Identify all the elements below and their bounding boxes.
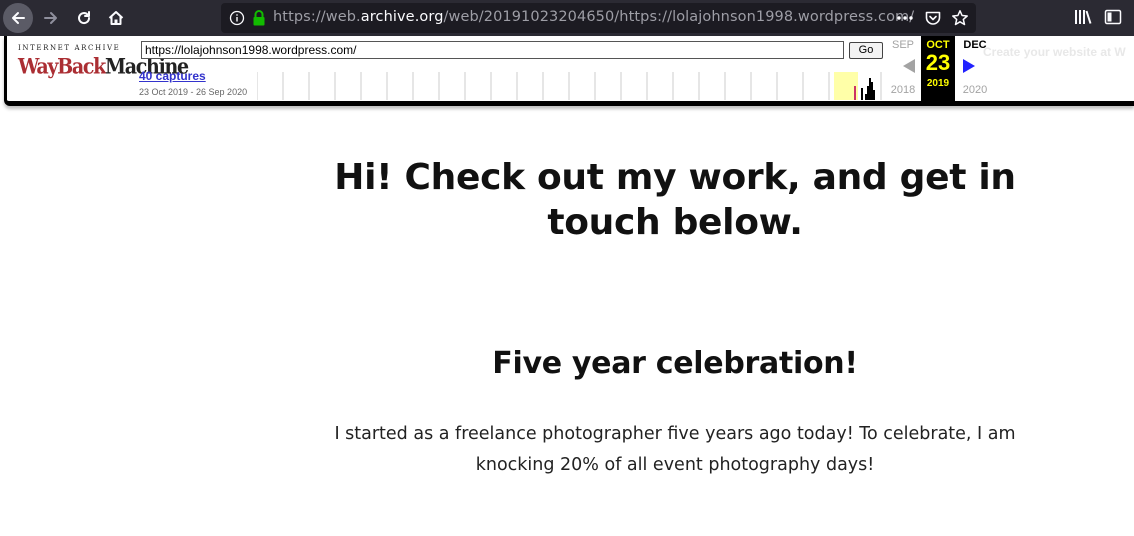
sparkline-capture-bar: [873, 90, 875, 100]
promo-text[interactable]: Create your website at W: [983, 45, 1126, 59]
wayback-logo[interactable]: INTERNET ARCHIVE WayBackMachine: [18, 44, 189, 80]
forward-arrow-icon: [44, 12, 57, 24]
next-year-label[interactable]: 2020: [959, 84, 991, 96]
sparkline-capture-bar: [867, 86, 869, 100]
sidebar-icon[interactable]: [1104, 9, 1122, 25]
pocket-icon[interactable]: [924, 9, 942, 27]
hero-title: Hi! Check out my work, and get in touch …: [334, 157, 1016, 243]
lock-icon[interactable]: [251, 9, 267, 27]
wayback-toolbar: INTERNET ARCHIVE WayBackMachine https://…: [4, 36, 1134, 106]
info-icon[interactable]: [229, 10, 245, 26]
sparkline-capture-bar: [865, 94, 867, 100]
section-text: I started as a freelance photographer fi…: [334, 424, 1016, 475]
next-capture-arrow-icon[interactable]: [962, 58, 976, 74]
logo-internet-archive: INTERNET ARCHIVE: [18, 44, 121, 52]
section-title: Five year celebration!: [492, 346, 858, 381]
home-icon: [108, 11, 124, 25]
capture-sparkline[interactable]: [257, 72, 882, 100]
back-button[interactable]: [3, 3, 33, 33]
forward-button[interactable]: [36, 3, 66, 33]
current-year: 2019: [926, 78, 950, 89]
prev-capture-arrow-icon[interactable]: [902, 58, 916, 74]
prev-month-label[interactable]: SEP: [887, 39, 919, 51]
capture-date-range: 23 Oct 2019 - 26 Sep 2020: [139, 87, 248, 97]
more-actions-icon[interactable]: [896, 10, 914, 26]
library-icon[interactable]: [1073, 8, 1093, 26]
reload-button[interactable]: [69, 3, 99, 33]
current-capture-date: OCT 23 2019: [921, 36, 955, 101]
prev-year-label[interactable]: 2018: [887, 84, 919, 96]
url-text[interactable]: https://web.archive.org/web/201910232046…: [273, 9, 914, 25]
wayback-url-input[interactable]: https://lolajohnson1998.wordpress.com/: [141, 41, 844, 59]
captures-link[interactable]: 40 captures: [139, 69, 206, 83]
bookmark-star-icon[interactable]: [951, 9, 969, 27]
sparkline-capture-bar: [869, 78, 871, 100]
address-bar[interactable]: https://web.archive.org/web/201910232046…: [221, 3, 976, 33]
sparkline-capture-bar: [861, 88, 863, 100]
current-day: 23: [925, 50, 951, 75]
go-button[interactable]: Go: [849, 42, 883, 59]
browser-toolbar: https://web.archive.org/web/201910232046…: [0, 0, 1134, 36]
logo-wayback-machine: WayBackMachine: [18, 54, 189, 80]
home-button[interactable]: [101, 3, 131, 33]
reload-icon: [78, 11, 91, 25]
back-arrow-icon: [12, 12, 25, 24]
sparkline-capture-bar: [871, 82, 873, 100]
